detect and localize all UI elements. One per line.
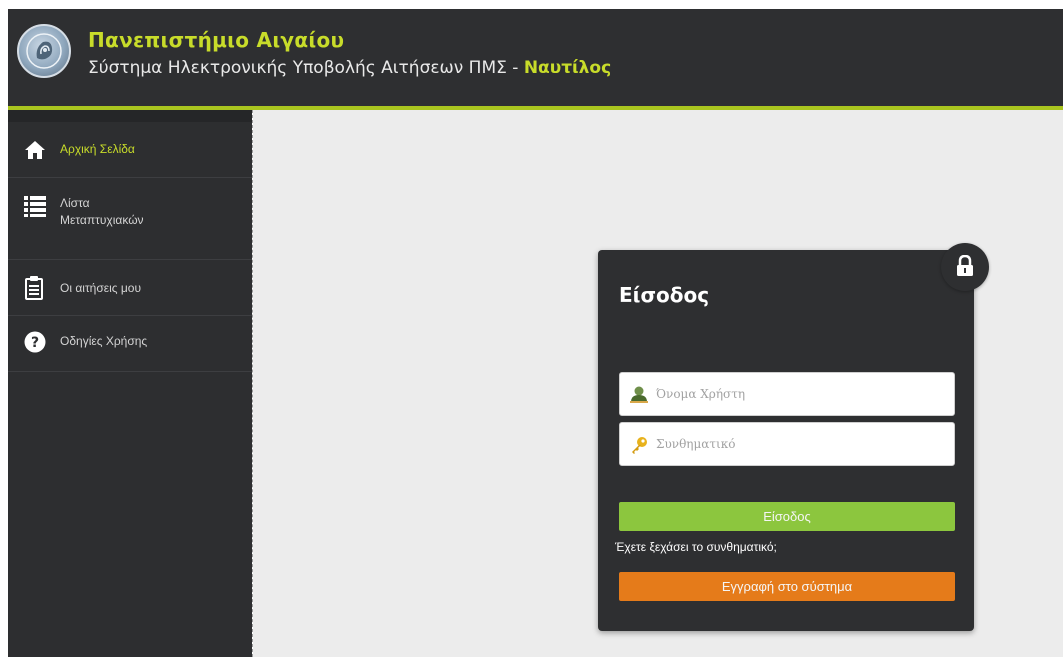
subtitle-text: Σύστημα Ηλεκτρονικής Υποβολής Αιτήσεων Π… <box>88 58 507 78</box>
username-field <box>619 372 955 416</box>
sidebar-item-label: Οι αιτήσεις μου <box>60 281 142 295</box>
forgot-password-link[interactable]: Έχετε ξεχάσει το συνθηματικό; <box>615 540 777 554</box>
sidebar-item-help[interactable]: ? Οδηγίες Χρήσης <box>8 316 252 372</box>
user-icon <box>630 386 648 408</box>
sidebar-item-label: Οδηγίες Χρήσης <box>60 334 148 348</box>
register-button[interactable]: Εγγραφή στο σύστημα <box>619 572 955 601</box>
sidebar-item-my-applications[interactable]: Οι αιτήσεις μου <box>8 260 252 316</box>
system-name: Ναυτίλος <box>523 58 612 78</box>
university-logo-icon <box>17 24 71 78</box>
login-title: Είσοδος <box>619 283 710 307</box>
login-button[interactable]: Είσοδος <box>619 502 955 531</box>
password-field <box>619 422 955 466</box>
sidebar-item-programs[interactable]: Λίστα Μεταπτυχιακών <box>8 178 252 260</box>
sidebar-top-strip <box>8 110 252 122</box>
system-subtitle: Σύστημα Ηλεκτρονικής Υποβολής Αιτήσεων Π… <box>88 58 611 78</box>
sidebar-item-home[interactable]: Αρχική Σελίδα <box>8 122 252 178</box>
clipboard-icon <box>24 276 44 305</box>
lock-badge <box>941 243 989 291</box>
help-icon: ? <box>24 331 46 358</box>
home-icon <box>24 140 46 165</box>
lock-icon <box>957 255 973 276</box>
sidebar-item-label: Αρχική Σελίδα <box>60 142 135 156</box>
key-icon <box>630 436 648 459</box>
password-input[interactable] <box>656 423 946 465</box>
list-icon <box>24 195 46 222</box>
subtitle-separator: - <box>506 58 524 78</box>
username-input[interactable] <box>656 373 946 415</box>
svg-text:?: ? <box>31 335 39 351</box>
university-title: Πανεπιστήμιο Αιγαίου <box>88 28 345 52</box>
sidebar-item-label: Λίστα Μεταπτυχιακών <box>60 196 144 227</box>
